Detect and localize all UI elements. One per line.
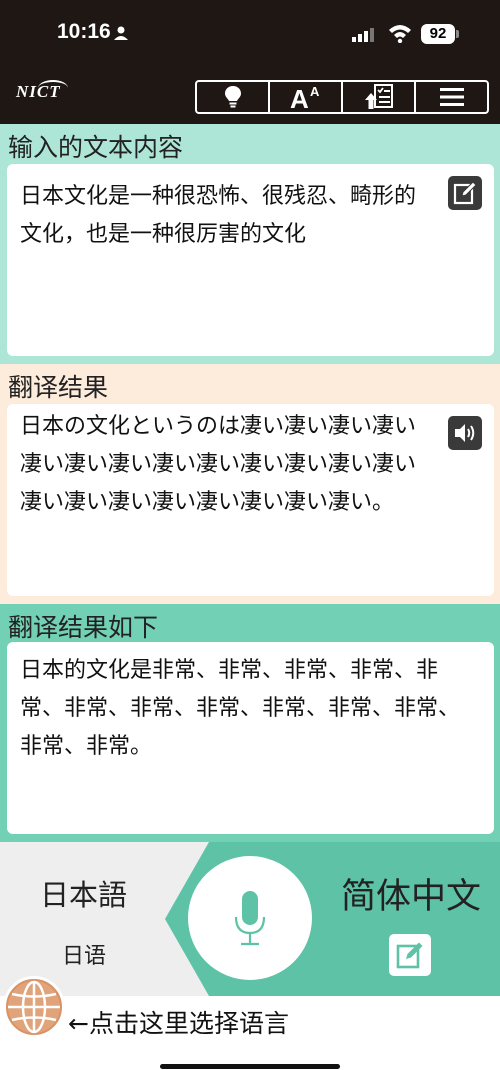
svg-text:A: A [310,84,320,99]
input-section: 输入的文本内容 日本文化是一种很恐怖、很残忍、畸形的文化，也是一种很厉害的文化 [0,124,500,364]
language-hint-text: ←点击这里选择语言 [68,1009,289,1038]
edit-icon [396,942,423,969]
top-bar: 10:16 92 NICT A A [0,0,500,124]
battery-indicator: 92 [421,24,455,44]
back-translation-text: 日本的文化是非常、非常、非常、非常、非常、非常、非常、非常、非常、非常、非常、非… [20,658,461,759]
result-text: 日本の文化というのは凄い凄い凄い凄い凄い凄い凄い凄い凄い凄い凄い凄い凄い凄い凄い… [20,414,417,515]
status-time: 10:16 [57,20,111,43]
person-icon [114,26,128,40]
microphone-button[interactable] [188,856,312,980]
input-text-card[interactable]: 日本文化是一种很恐怖、很残忍、畸形的文化，也是一种很厉害的文化 [7,164,494,356]
wifi-icon [389,25,411,43]
globe-icon [6,979,62,1035]
font-size-button[interactable]: A A [270,82,343,112]
source-language-button[interactable]: 日本語 [40,872,127,914]
target-language-button[interactable]: 简体中文 [341,868,481,919]
result-section: 翻译结果 日本の文化というのは凄い凄い凄い凄い凄い凄い凄い凄い凄い凄い凄い凄い凄… [0,364,500,604]
menu-button[interactable] [416,82,487,112]
hint-button[interactable] [197,82,270,112]
nict-logo: NICT [16,82,61,101]
input-text: 日本文化是一种很恐怖、很残忍、畸形的文化，也是一种很厉害的文化 [20,184,417,247]
svg-text:A: A [290,84,309,110]
speaker-icon [455,424,475,442]
signal-icon [352,28,374,42]
speak-result-button[interactable] [448,416,482,450]
upload-list-button[interactable] [343,82,416,112]
language-area: 日本語 日语 简体中文 [0,842,500,996]
back-translation-section: 翻译结果如下 日本的文化是非常、非常、非常、非常、非常、非常、非常、非常、非常、… [0,604,500,842]
lightbulb-icon [224,86,241,108]
back-translation-card: 日本的文化是非常、非常、非常、非常、非常、非常、非常、非常、非常、非常、非常、非… [7,642,494,834]
menu-icon [439,88,464,106]
microphone-icon [234,891,266,946]
result-text-card: 日本の文化というのは凄い凄い凄い凄い凄い凄い凄い凄い凄い凄い凄い凄い凄い凄い凄い… [7,404,494,596]
toolbar: A A [195,80,489,114]
edit-input-button[interactable] [448,176,482,210]
input-section-title: 输入的文本内容 [8,133,184,162]
source-language-sub-label: 日语 [62,944,107,969]
result-section-title: 翻译结果 [8,373,109,402]
footer: ←点击这里选择语言 [0,976,500,1070]
font-size-icon: A A [290,84,320,110]
upload-list-icon [364,84,393,109]
home-indicator [160,1064,340,1069]
back-translation-title: 翻译结果如下 [8,613,159,642]
language-select-button[interactable] [3,976,65,1038]
edit-icon [453,181,477,205]
target-edit-button[interactable] [389,934,431,976]
battery-tip [456,30,459,38]
